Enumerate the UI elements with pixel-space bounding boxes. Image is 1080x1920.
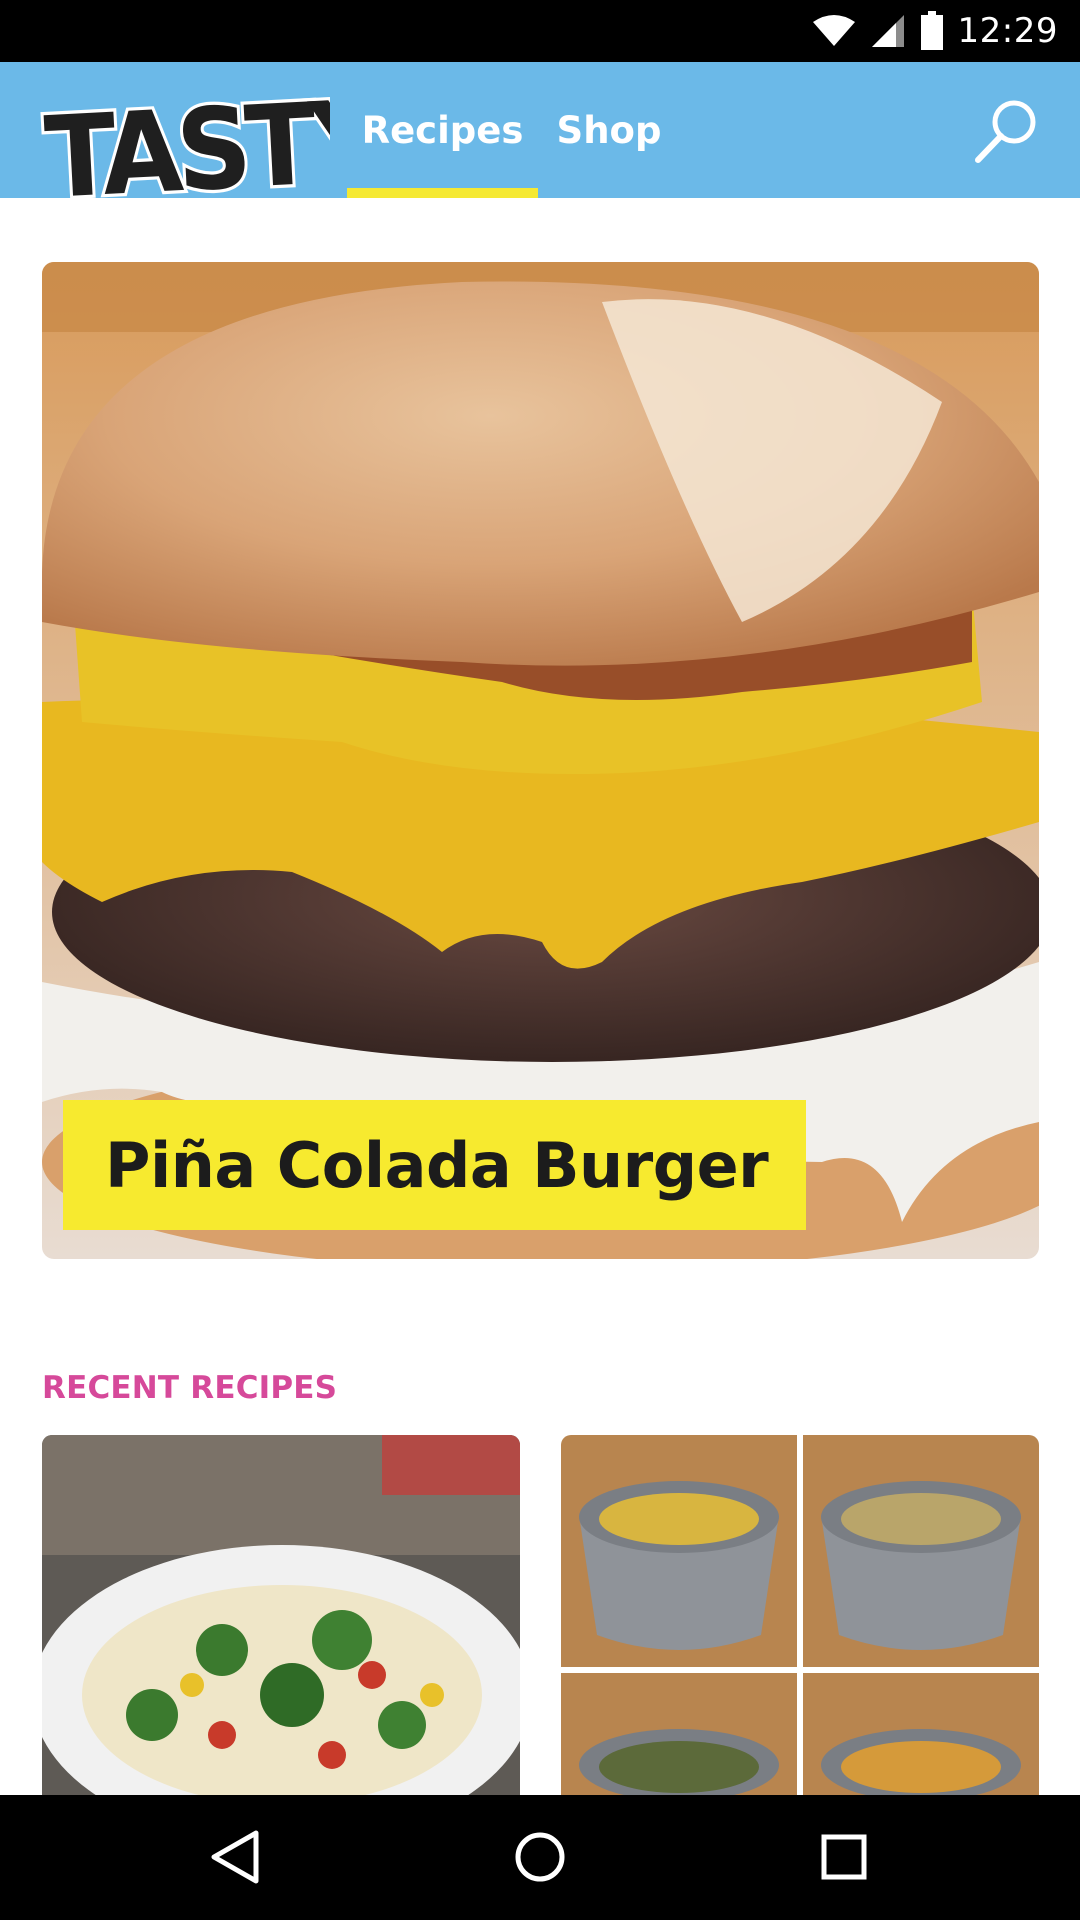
recipe-card[interactable] [42,1435,520,1795]
search-icon[interactable] [968,92,1044,168]
tasty-logo[interactable]: TASTY [40,28,330,228]
logo-text: TASTY [42,76,330,224]
hero-title: Piña Colada Burger [105,1128,769,1202]
system-nav-bar [0,1795,1080,1920]
tab-recipes-label: Recipes [361,108,524,152]
battery-icon [920,11,943,50]
recipe-card[interactable] [561,1435,1039,1795]
recents-icon[interactable] [804,1817,884,1897]
tab-recipes[interactable]: Recipes [347,62,538,198]
status-icons: 12:29 [812,0,1058,62]
four-bowls-grid-photo [561,1435,1039,1795]
pasta-salad-bowl-photo [42,1435,520,1795]
home-icon[interactable] [500,1817,580,1897]
active-tab-indicator [347,188,538,198]
hero-title-banner: Piña Colada Burger [63,1100,806,1230]
back-icon[interactable] [196,1817,276,1897]
section-title-recent-recipes: RECENT RECIPES [42,1370,338,1406]
tab-shop-label: Shop [556,108,662,152]
cellular-signal-icon [871,15,904,47]
wifi-icon [812,15,855,46]
tab-shop[interactable]: Shop [548,62,670,198]
status-time: 12:29 [957,11,1058,51]
